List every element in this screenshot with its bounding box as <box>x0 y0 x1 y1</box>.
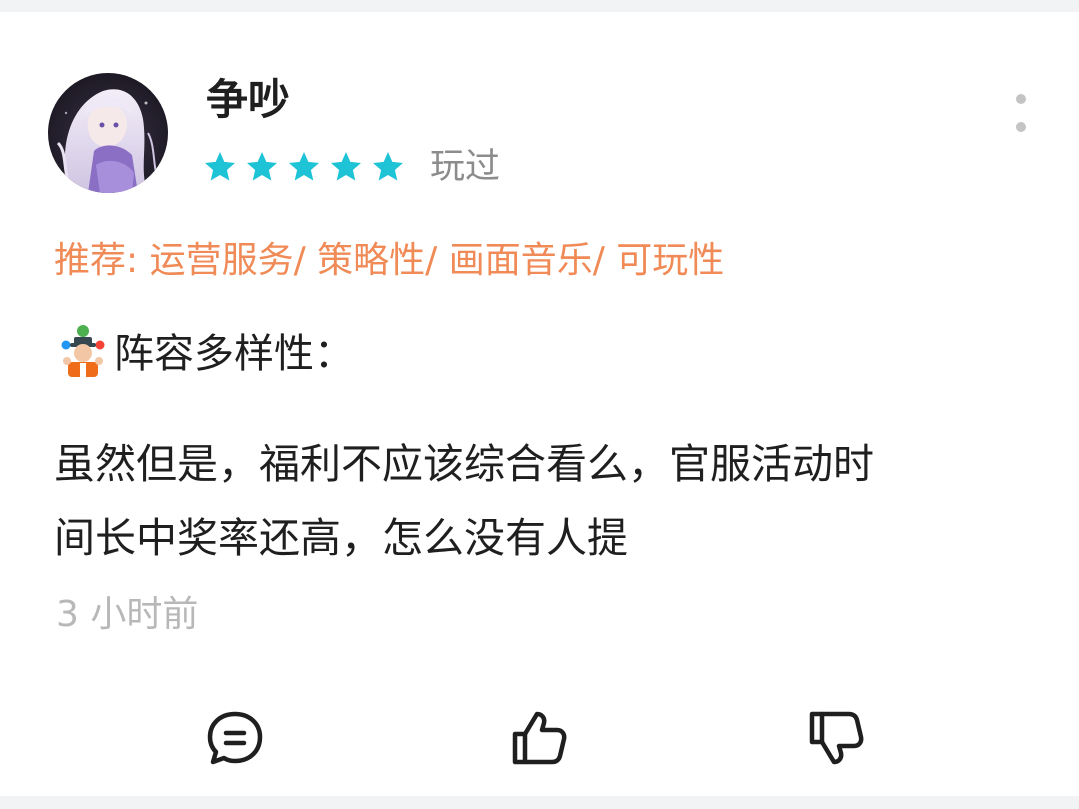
rating-row: 玩过 <box>202 145 500 189</box>
juggler-emoji-icon <box>61 325 105 377</box>
section-heading-text: 阵容多样性： <box>114 331 354 377</box>
review-content-line: 间长中奖率还高，怎么没有人提 <box>54 514 628 562</box>
comment-bubble-icon <box>207 711 263 765</box>
star-icon <box>289 152 319 181</box>
star-rating <box>202 149 412 185</box>
review-content-line: 虽然但是，福利不应该综合看么，官服活动时 <box>54 440 874 488</box>
star-icon <box>247 152 277 181</box>
more-vertical-icon-dot <box>1016 122 1026 132</box>
comment-button[interactable] <box>203 706 267 770</box>
section-heading: 阵容多样性： <box>56 320 354 380</box>
played-label: 玩过 <box>430 147 501 187</box>
thumbs-down-icon <box>809 711 864 765</box>
thumbs-up-icon <box>512 711 567 765</box>
star-icon <box>373 152 403 181</box>
dislike-button[interactable] <box>804 706 868 770</box>
star-icon <box>331 152 361 181</box>
bottom-divider <box>0 796 1079 809</box>
avatar[interactable] <box>48 73 168 193</box>
post-time: 3 小时前 <box>56 594 199 635</box>
star-icon <box>205 152 235 181</box>
review-card: 争吵 玩过 推荐: 运营服务/ 策略性/ 画面音乐/ 可玩性 阵容多样性： 虽然… <box>0 12 1079 796</box>
recommend-tags: 推荐: 运营服务/ 策略性/ 画面音乐/ 可玩性 <box>54 240 725 281</box>
more-vertical-icon <box>1016 94 1026 104</box>
avatar-image <box>48 73 168 193</box>
username[interactable]: 争吵 <box>206 76 290 124</box>
more-options-button[interactable] <box>1010 92 1032 134</box>
review-content: 虽然但是，福利不应该综合看么，官服活动时 间长中奖率还高，怎么没有人提 <box>54 427 1044 575</box>
like-button[interactable] <box>507 706 571 770</box>
